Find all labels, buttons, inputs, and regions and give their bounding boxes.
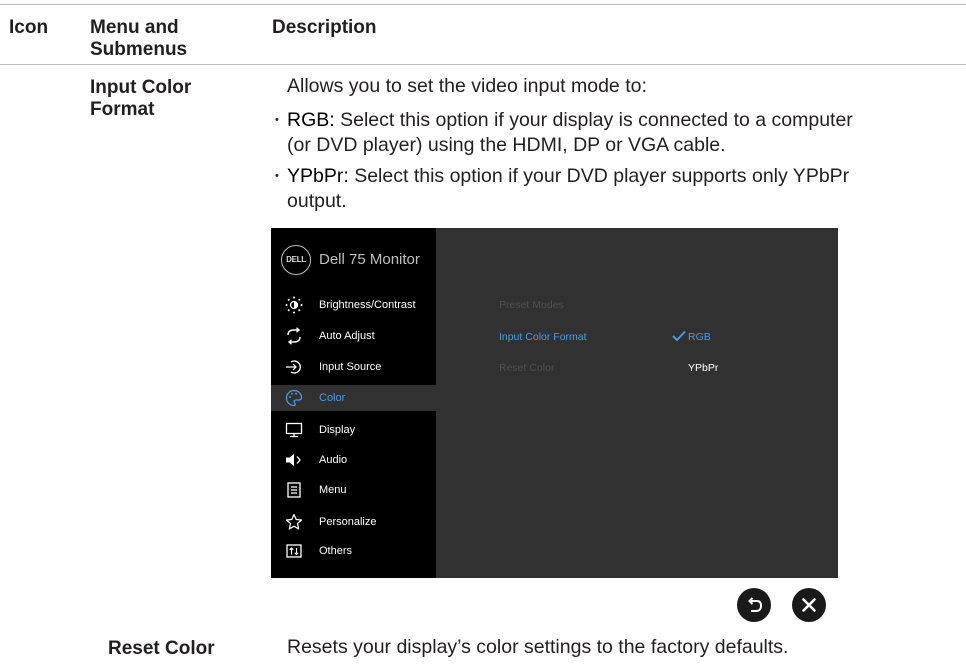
osd-item-label: Display: [319, 424, 356, 436]
osd-item-personalize[interactable]: Personalize: [271, 509, 436, 535]
osd-item-label: Menu: [319, 484, 347, 496]
bullet-dot: •: [275, 170, 279, 182]
osd-item-audio[interactable]: Audio: [271, 447, 436, 473]
bullet-dot: •: [275, 114, 279, 126]
bullet-rgb-line2: (or DVD player) using the HDMI, DP or VG…: [287, 134, 726, 156]
auto-adjust-icon: [287, 327, 301, 345]
osd-item-others[interactable]: Others: [271, 538, 436, 564]
bullet-ypbpr-line1: YPbPr: Select this option if your DVD pl…: [287, 164, 849, 189]
input-source-icon: [286, 360, 301, 374]
bullet-rgb-text: Select this option if your display is co…: [334, 109, 853, 131]
menu-icon: [287, 482, 301, 498]
row-name-reset-color: Reset Color: [108, 638, 215, 659]
reset-color-description: Resets your display’s color settings to …: [287, 636, 789, 658]
header-icon: Icon: [9, 17, 49, 38]
header-menu-line1: Menu and: [90, 17, 179, 38]
bullet-ypbpr-line2: output.: [287, 190, 347, 212]
bullet-ypbpr-term: YPbPr:: [287, 165, 349, 187]
back-button[interactable]: [737, 588, 771, 622]
osd-sidebar: DELL Dell 75 Monitor Brightness/Contrast…: [271, 228, 436, 578]
submenu-reset-color[interactable]: Reset Color: [499, 361, 554, 375]
header-menu: Menu and Submenus: [90, 17, 187, 61]
osd-item-color[interactable]: Color: [271, 385, 436, 411]
osd-item-label: Others: [319, 545, 353, 557]
osd-item-display[interactable]: Display: [271, 417, 436, 443]
osd-item-label: Auto Adjust: [319, 330, 375, 342]
osd-title: Dell 75 Monitor: [319, 251, 420, 268]
osd-item-brightness-contrast[interactable]: Brightness/Contrast: [271, 292, 436, 318]
osd-item-label: Brightness/Contrast: [319, 299, 416, 311]
back-icon: [748, 597, 763, 612]
option-rgb[interactable]: RGB: [672, 330, 711, 344]
bullet-rgb-line1: RGB: Select this option if your display …: [287, 108, 853, 133]
dell-logo: DELL: [281, 245, 311, 275]
osd-item-auto-adjust[interactable]: Auto Adjust: [271, 323, 436, 349]
bullet-rgb: • RGB: Select this option if your displa…: [275, 108, 955, 160]
submenu-input-color-format[interactable]: Input Color Format: [499, 330, 587, 344]
submenu-preset-modes[interactable]: Preset Modes: [499, 298, 564, 312]
osd-menu-screenshot: DELL Dell 75 Monitor Brightness/Contrast…: [271, 228, 838, 578]
checkmark-icon: [672, 330, 686, 342]
option-rgb-label: RGB: [688, 331, 711, 343]
header-menu-line2: Submenus: [90, 39, 188, 60]
row-name-line1: Input Color: [90, 77, 192, 98]
brightness-icon: [285, 296, 303, 314]
close-icon: [802, 598, 816, 612]
osd-item-label: Personalize: [319, 516, 377, 528]
header-description: Description: [272, 17, 377, 38]
color-palette-icon: [285, 389, 303, 407]
input-color-format-intro: Allows you to set the video input mode t…: [287, 75, 647, 97]
display-icon: [285, 422, 303, 438]
row-name-input-color-format: Input Color Format: [90, 77, 191, 121]
table-top-rule: [0, 4, 966, 5]
speaker-icon: [286, 454, 301, 466]
row-name-line2: Format: [90, 99, 155, 120]
others-icon: [286, 544, 302, 558]
close-button[interactable]: [792, 588, 826, 622]
header-bottom-rule: [0, 64, 966, 65]
osd-item-label: Audio: [319, 454, 348, 466]
star-icon: [285, 513, 303, 530]
bullet-ypbpr-text: Select this option if your DVD player su…: [348, 165, 850, 187]
osd-item-input-source[interactable]: Input Source: [271, 354, 436, 380]
osd-item-label: Input Source: [319, 361, 382, 373]
bullet-ypbpr: • YPbPr: Select this option if your DVD …: [275, 164, 955, 216]
bullet-rgb-term: RGB:: [287, 109, 335, 131]
osd-item-label: Color: [319, 392, 346, 404]
option-ypbpr[interactable]: YPbPr: [688, 361, 718, 375]
osd-item-menu[interactable]: Menu: [271, 477, 436, 503]
